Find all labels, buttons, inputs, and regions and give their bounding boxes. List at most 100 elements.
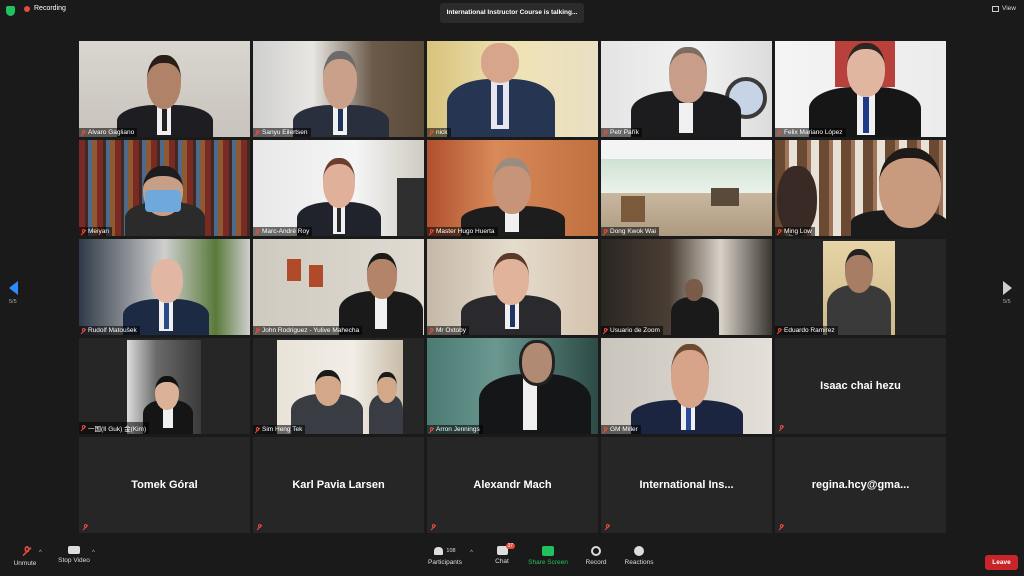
video-feed bbox=[601, 140, 772, 236]
next-page-button[interactable]: 5/5 bbox=[1003, 281, 1013, 305]
video-tile[interactable]: 一国(Il Guk) 金(Kim) bbox=[79, 338, 250, 434]
video-camera-icon bbox=[68, 546, 80, 554]
video-tile[interactable]: Isaac chai hezu bbox=[775, 338, 946, 434]
muted-mic-icon bbox=[255, 327, 260, 334]
participant-name-label: Arron Jennings bbox=[427, 425, 483, 434]
muted-mic-icon bbox=[255, 228, 260, 235]
stop-video-button[interactable]: Stop Video bbox=[56, 546, 92, 564]
video-tile[interactable]: Sanyu Eilertsen bbox=[253, 41, 424, 137]
muted-mic-icon bbox=[255, 129, 260, 136]
muted-mic-icon bbox=[429, 426, 434, 433]
video-tile[interactable]: Eduardo Ramirez bbox=[775, 239, 946, 335]
muted-mic-icon bbox=[777, 327, 782, 334]
video-feed bbox=[427, 239, 598, 335]
participant-name-label: Rudolf Matoušek bbox=[79, 326, 140, 335]
chat-bubble-icon: 37 bbox=[496, 543, 516, 555]
muted-mic-icon bbox=[605, 524, 610, 530]
video-tile[interactable]: Usuario de Zoom bbox=[601, 239, 772, 335]
previous-page-button[interactable]: 5/5 bbox=[9, 281, 19, 305]
video-tile[interactable]: Dong Kwok Wai bbox=[601, 140, 772, 236]
share-screen-label: Share Screen bbox=[528, 559, 568, 566]
share-screen-button[interactable]: Share Screen bbox=[527, 546, 569, 566]
video-tile[interactable]: Meiyan bbox=[79, 140, 250, 236]
leave-button[interactable]: Leave bbox=[985, 555, 1018, 570]
video-tile[interactable]: regina.hcy@gma... bbox=[775, 437, 946, 533]
participant-name-label: Usuario de Zoom bbox=[601, 326, 663, 335]
muted-mic-icon bbox=[777, 228, 782, 235]
participant-name-display: regina.hcy@gma... bbox=[811, 479, 910, 491]
video-feed bbox=[253, 140, 424, 236]
unmute-button[interactable]: Unmute bbox=[12, 546, 38, 567]
muted-mic-icon bbox=[603, 426, 608, 433]
muted-mic-icon bbox=[81, 327, 86, 334]
unmute-label: Unmute bbox=[13, 560, 37, 567]
video-tile[interactable]: Sim Heng Tek bbox=[253, 338, 424, 434]
participant-name-label: Mr Oxtoby bbox=[427, 326, 469, 335]
muted-mic-icon bbox=[603, 129, 608, 136]
grid-view-icon bbox=[992, 5, 999, 12]
video-feed bbox=[775, 41, 946, 137]
view-button[interactable]: View bbox=[992, 5, 1016, 12]
recording-indicator: Recording bbox=[24, 5, 66, 12]
stop-video-label: Stop Video bbox=[58, 557, 90, 564]
video-tile[interactable]: Alvaro Gagliano bbox=[79, 41, 250, 137]
participant-name-label: John Rodriguez - Yulive Mahecha bbox=[253, 326, 363, 335]
record-button[interactable]: Record bbox=[583, 546, 609, 566]
participant-name-label: Petr Pařík bbox=[601, 128, 642, 137]
video-feed bbox=[601, 41, 772, 137]
video-options-caret-icon[interactable]: ^ bbox=[92, 550, 95, 556]
video-feed bbox=[79, 41, 250, 137]
participants-button[interactable]: 108 Participants bbox=[426, 546, 464, 566]
video-feed bbox=[79, 338, 250, 434]
participant-name-label: Alvaro Gagliano bbox=[79, 128, 138, 137]
muted-mic-icon bbox=[429, 228, 434, 235]
participant-name-display: Karl Pavia Larsen bbox=[292, 479, 385, 491]
participant-name-display: Tomek Góral bbox=[131, 479, 198, 491]
participant-name-label: 一国(Il Guk) 金(Kim) bbox=[79, 422, 150, 434]
reactions-label: Reactions bbox=[624, 559, 654, 566]
video-tile[interactable]: Tomek Góral bbox=[79, 437, 250, 533]
muted-mic-icon bbox=[431, 524, 436, 530]
muted-mic-icon bbox=[429, 327, 434, 334]
share-screen-icon bbox=[542, 546, 554, 556]
video-tile[interactable]: nick bbox=[427, 41, 598, 137]
participant-name-label: Sim Heng Tek bbox=[253, 425, 306, 434]
chat-button[interactable]: 37 Chat bbox=[490, 543, 516, 565]
video-tile[interactable]: Karl Pavia Larsen bbox=[253, 437, 424, 533]
video-feed bbox=[775, 140, 946, 236]
video-feed bbox=[253, 239, 424, 335]
muted-mic-icon bbox=[429, 129, 434, 136]
video-feed bbox=[253, 41, 424, 137]
meeting-toolbar: Unmute ^ Stop Video ^ 108 Participants ^… bbox=[0, 542, 1024, 576]
record-label: Record bbox=[585, 559, 607, 566]
top-bar: Recording International Instructor Cours… bbox=[0, 0, 1024, 23]
security-shield-icon[interactable] bbox=[6, 6, 15, 16]
video-grid: Alvaro Gagliano Sanyu Eilertsen nick Pet… bbox=[79, 41, 946, 535]
video-tile[interactable]: John Rodriguez - Yulive Mahecha bbox=[253, 239, 424, 335]
video-tile[interactable]: International Ins... bbox=[601, 437, 772, 533]
video-tile[interactable]: Arron Jennings bbox=[427, 338, 598, 434]
view-label: View bbox=[1002, 5, 1016, 12]
chat-label: Chat bbox=[495, 558, 509, 565]
video-tile[interactable]: Alexandr Mach bbox=[427, 437, 598, 533]
video-tile[interactable]: Rudolf Matoušek bbox=[79, 239, 250, 335]
audio-options-caret-icon[interactable]: ^ bbox=[39, 550, 42, 556]
chat-unread-badge: 37 bbox=[505, 543, 516, 549]
video-tile[interactable]: Marc-André Roy bbox=[253, 140, 424, 236]
recording-label: Recording bbox=[34, 5, 66, 12]
participant-name-label: Marc-André Roy bbox=[253, 227, 313, 236]
participants-options-caret-icon[interactable]: ^ bbox=[470, 550, 473, 556]
video-feed bbox=[427, 140, 598, 236]
participant-name-label: GM Miller bbox=[601, 425, 641, 434]
video-tile[interactable]: Master Hugo Huerta bbox=[427, 140, 598, 236]
video-tile[interactable]: Felix Mariano López bbox=[775, 41, 946, 137]
participant-name-label: Eduardo Ramirez bbox=[775, 326, 838, 335]
video-tile[interactable]: GM Miller bbox=[601, 338, 772, 434]
video-tile[interactable]: Mr Oxtoby bbox=[427, 239, 598, 335]
participant-name-label: nick bbox=[427, 128, 451, 137]
recording-dot-icon bbox=[24, 5, 30, 12]
reactions-button[interactable]: Reactions bbox=[623, 546, 655, 566]
video-tile[interactable]: Ming Low bbox=[775, 140, 946, 236]
video-tile[interactable]: Petr Pařík bbox=[601, 41, 772, 137]
video-feed bbox=[775, 239, 946, 335]
